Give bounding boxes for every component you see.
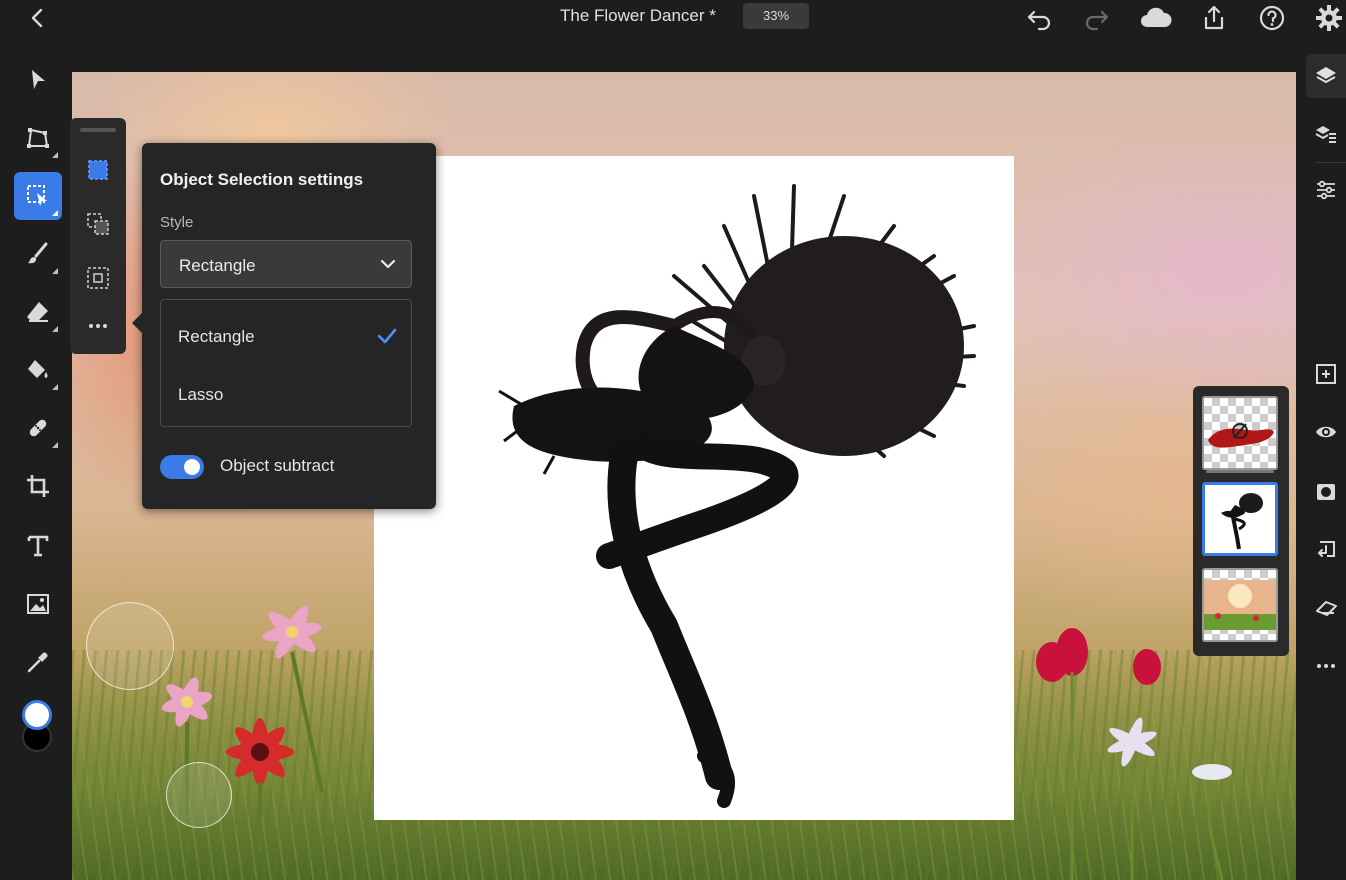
paint-bucket-icon	[28, 360, 48, 378]
brush-icon	[28, 242, 48, 264]
subtract-selection-icon	[87, 267, 109, 289]
red-paint-thumbnail	[1208, 423, 1274, 448]
adjustments-button[interactable]	[1306, 168, 1346, 212]
layers-panel-button[interactable]	[1306, 54, 1346, 98]
style-dropdown-value: Rectangle	[179, 256, 256, 275]
share-icon[interactable]	[1199, 3, 1229, 33]
adjustments-sliders-icon	[1317, 180, 1335, 200]
zoom-level[interactable]: 33%	[743, 3, 809, 29]
settings-gear-icon[interactable]	[1314, 3, 1344, 33]
cloud-icon[interactable]	[1138, 3, 1174, 33]
chevron-down-icon	[380, 259, 396, 269]
move-tool-button[interactable]	[14, 56, 62, 104]
healing-tool-button[interactable]	[14, 404, 62, 452]
popover-title: Object Selection settings	[160, 170, 364, 189]
crop-tool-button[interactable]	[14, 462, 62, 510]
object-selection-icon	[27, 185, 47, 206]
place-image-tool-button[interactable]	[14, 580, 62, 628]
eyedropper-icon	[27, 652, 48, 673]
brush-tool-button[interactable]	[14, 230, 62, 278]
object-selection-settings-popover: Object Selection settings Style Rectangl…	[132, 143, 436, 509]
dancer-artboard[interactable]	[374, 156, 1014, 820]
transform-tool-button[interactable]	[14, 114, 62, 162]
style-options-menu: Rectangle Lasso	[160, 299, 412, 427]
new-selection-button[interactable]	[82, 154, 114, 186]
checkmark-icon	[377, 328, 397, 344]
redo-icon[interactable]	[1082, 3, 1112, 33]
dancer-layer-thumbnail[interactable]	[1202, 482, 1278, 556]
layer-properties-button[interactable]	[1306, 112, 1346, 156]
crop-icon	[27, 475, 49, 497]
background-layer-thumbnail[interactable]	[1202, 568, 1278, 642]
layer-properties-icon	[1315, 126, 1336, 143]
object-subtract-label: Object subtract	[220, 456, 335, 475]
add-layer-icon	[1316, 364, 1336, 384]
back-chevron-icon[interactable]	[26, 6, 54, 34]
layers-stack	[1193, 386, 1289, 656]
style-dropdown[interactable]: Rectangle	[160, 240, 412, 288]
more-layer-options-button[interactable]	[1306, 644, 1346, 688]
eye-icon	[1316, 426, 1336, 438]
type-icon	[27, 535, 49, 557]
option-label: Lasso	[178, 385, 224, 404]
style-label: Style	[160, 214, 194, 231]
object-subtract-toggle[interactable]	[160, 455, 204, 479]
fill-tool-button[interactable]	[14, 346, 62, 394]
option-label: Rectangle	[178, 327, 255, 346]
selection-mode-toolbar	[70, 118, 126, 354]
touch-indicator	[166, 762, 232, 828]
add-selection-icon	[87, 213, 109, 235]
layers-icon	[1316, 67, 1336, 84]
add-layer-button[interactable]	[1306, 352, 1346, 396]
dancer-thumbnail	[1221, 493, 1263, 550]
flower-field-thumbnail	[1204, 580, 1276, 630]
adjustment-layer-thumbnail[interactable]	[1202, 396, 1278, 470]
foreground-color-swatch[interactable]	[22, 700, 52, 730]
style-option-lasso[interactable]: Lasso	[161, 366, 411, 422]
new-selection-icon	[88, 160, 108, 180]
type-tool-button[interactable]	[14, 522, 62, 570]
more-options-button[interactable]	[82, 310, 114, 342]
clear-layer-button[interactable]	[1306, 586, 1346, 630]
more-dots-icon	[1317, 664, 1335, 668]
mask-icon	[1317, 484, 1335, 500]
subtract-from-selection-button[interactable]	[82, 262, 114, 294]
drag-handle[interactable]	[80, 128, 116, 132]
eyedropper-tool-button[interactable]	[14, 638, 62, 686]
merge-down-icon	[1318, 541, 1335, 557]
image-icon	[27, 594, 49, 614]
eraser-layer-icon	[1316, 601, 1337, 616]
add-to-selection-button[interactable]	[82, 208, 114, 240]
undo-icon[interactable]	[1024, 3, 1054, 33]
layer-visibility-button[interactable]	[1306, 410, 1346, 454]
style-option-rectangle[interactable]: Rectangle	[161, 308, 411, 364]
move-icon	[32, 70, 45, 89]
eraser-tool-button[interactable]	[14, 288, 62, 336]
top-bar: The Flower Dancer * 33%	[0, 0, 1346, 44]
dancer-figure	[498, 184, 976, 808]
transform-icon	[27, 128, 49, 148]
bandage-icon	[29, 419, 47, 437]
eraser-icon	[27, 302, 48, 322]
help-icon[interactable]	[1257, 3, 1287, 33]
merge-down-button[interactable]	[1306, 528, 1346, 572]
layer-mask-button[interactable]	[1306, 470, 1346, 514]
more-dots-icon	[89, 324, 107, 328]
object-selection-tool-button[interactable]	[14, 172, 62, 220]
document-title[interactable]: The Flower Dancer *	[560, 6, 716, 26]
